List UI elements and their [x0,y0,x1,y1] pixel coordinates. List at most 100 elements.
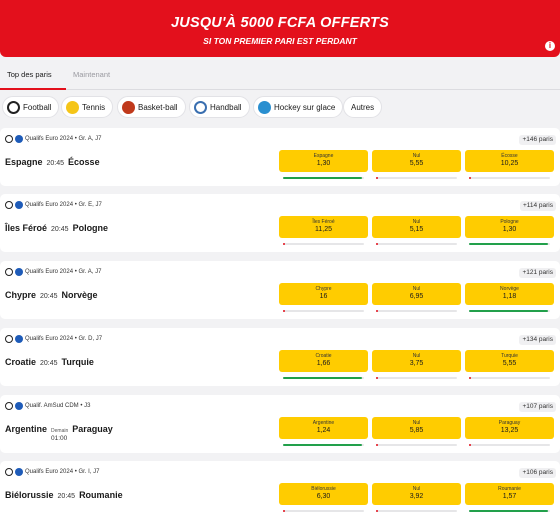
chip-autres[interactable]: Autres [343,96,383,118]
more-bets-button[interactable]: +134 paris [519,335,556,345]
bet-share-fill [469,243,548,245]
bet-share-bar [283,243,364,245]
soccer-ball-icon [5,402,13,410]
bet-share-fill [376,310,378,312]
more-bets-button[interactable]: +107 paris [519,402,556,412]
odds-label: Croatie [315,353,332,359]
odds-value: 16 [319,293,328,300]
odds-button[interactable]: Roumanie 1,57 [465,483,554,505]
odds-button[interactable]: Pologne 1,30 [465,216,554,238]
tab-top-des-paris[interactable]: Top des paris [7,70,52,79]
competition-name: Qualifs Euro 2024 • Gr. I, J7 [25,469,100,475]
match-card[interactable]: Qualifs Euro 2024 • Gr. I, J7 +106 paris B… [0,461,560,514]
odds-button[interactable]: Nul 5,55 [372,150,461,172]
match-card[interactable]: Qualif. AmSud CDM • J3 +107 paris Argentin… [0,395,560,453]
promo-banner[interactable]: JUSQU'À 5000 FCFA OFFERTS SI TON PREMIER… [0,0,560,57]
odds-value: 5,85 [409,427,424,434]
soccer-ball-icon [5,468,13,476]
odds-button[interactable]: Chypre 16 [279,283,368,305]
match-time: 20:45 [46,160,65,167]
match-teams[interactable]: Espagne 20:45 Écosse [5,157,100,167]
odds-value: 11,25 [315,226,332,233]
match-card[interactable]: Qualifs Euro 2024 • Gr. A, J7 +146 paris E… [0,128,560,186]
odds-value: 1,30 [502,226,517,233]
bet-share-bar [469,377,550,379]
competition-flag-icon [15,335,23,343]
match-teams[interactable]: Croatie 20:45 Turquie [5,357,94,367]
odds-value: 1,24 [316,427,331,434]
odds-button[interactable]: Nul 6,95 [372,283,461,305]
odds-value: 3,75 [409,360,424,367]
odds-button[interactable]: Argentine 1,24 [279,417,368,439]
odds-label: Nul [412,219,421,225]
match-hour: 01:00 [51,435,68,442]
bet-share-fill [283,444,362,446]
match-teams[interactable]: Biélorussie 20:45 Roumanie [5,490,123,500]
bet-share-fill [283,310,285,312]
odds-button[interactable]: Nul 5,15 [372,216,461,238]
home-team: Îles Féroé [5,223,48,233]
away-team: Turquie [61,357,94,367]
bet-share-fill [469,510,548,512]
away-team: Pologne [72,223,109,233]
tab-maintenant[interactable]: Maintenant [73,70,110,79]
competition-label: Qualif. AmSud CDM • J3 [5,402,90,410]
odds-label: Chypre [315,286,332,292]
odds-label: Écosse [501,153,518,159]
home-team: Biélorussie [5,490,54,500]
odds-value: 5,55 [409,160,424,167]
odds-button[interactable]: Nul 3,75 [372,350,461,372]
match-time: 20:45 [57,493,76,500]
competition-name: Qualif. AmSud CDM • J3 [25,403,91,409]
odds-button[interactable]: Îles Féroé 11,25 [279,216,368,238]
odds-button[interactable]: Norvège 1,18 [465,283,554,305]
match-card[interactable]: Qualifs Euro 2024 • Gr. A, J7 +121 paris C… [0,261,560,319]
bet-share-bar [283,177,364,179]
bet-share-bar [376,177,457,179]
more-bets-button[interactable]: +106 paris [519,468,556,478]
odds-button[interactable]: Croatie 1,66 [279,350,368,372]
odds-button[interactable]: Paraguay 13,25 [465,417,554,439]
chip-tennis[interactable]: Tennis [61,96,114,118]
odds-button[interactable]: Turquie 5,55 [465,350,554,372]
bet-share-bar [376,444,457,446]
chip-football[interactable]: Football [2,96,60,118]
match-teams[interactable]: Îles Féroé 20:45 Pologne [5,223,108,233]
bet-share-bar [376,243,457,245]
info-icon[interactable]: i [545,41,555,51]
odds-button[interactable]: Espagne 1,30 [279,150,368,172]
more-bets-button[interactable]: +114 paris [519,201,556,211]
bet-share-fill [376,377,378,379]
bet-share-fill [469,444,471,446]
odds-value: 6,30 [316,493,331,500]
bet-share-bar [469,510,550,512]
more-bets-button[interactable]: +146 paris [519,135,556,145]
odds-button[interactable]: Biélorussie 6,30 [279,483,368,505]
match-teams[interactable]: Argentine Demain 01:00 Paraguay [5,424,113,442]
odds-value: 1,66 [316,360,331,367]
soccer-ball-icon [5,135,13,143]
odds-button[interactable]: Nul 5,85 [372,417,461,439]
competition-label: Qualifs Euro 2024 • Gr. A, J7 [5,268,101,276]
bet-share-fill [283,377,362,379]
bet-share-bar [469,177,550,179]
bet-share-fill [283,510,285,512]
chip-hockey[interactable]: Hockey sur glace [253,96,344,118]
chip-handball[interactable]: Handball [189,96,250,118]
odds-button[interactable]: Écosse 10,25 [465,150,554,172]
handball-icon [194,100,207,114]
chip-label: Tennis [82,102,106,112]
competition-flag-icon [15,201,23,209]
match-teams[interactable]: Chypre 20:45 Norvège [5,290,98,300]
soccer-ball-icon [7,100,20,114]
bet-share-fill [376,177,378,179]
match-card[interactable]: Qualifs Euro 2024 • Gr. E, J7 +114 paris Î… [0,194,560,252]
match-time: 20:45 [51,226,69,233]
match-card[interactable]: Qualifs Euro 2024 • Gr. D, J7 +134 paris C… [0,328,560,386]
more-bets-button[interactable]: +121 paris [519,268,556,278]
odds-value: 1,57 [502,493,517,500]
chip-basketball[interactable]: Basket-ball [117,96,186,118]
competition-label: Qualifs Euro 2024 • Gr. D, J7 [5,335,102,343]
tabs-bar: Top des paris Maintenant [0,58,560,90]
odds-button[interactable]: Nul 3,92 [372,483,461,505]
